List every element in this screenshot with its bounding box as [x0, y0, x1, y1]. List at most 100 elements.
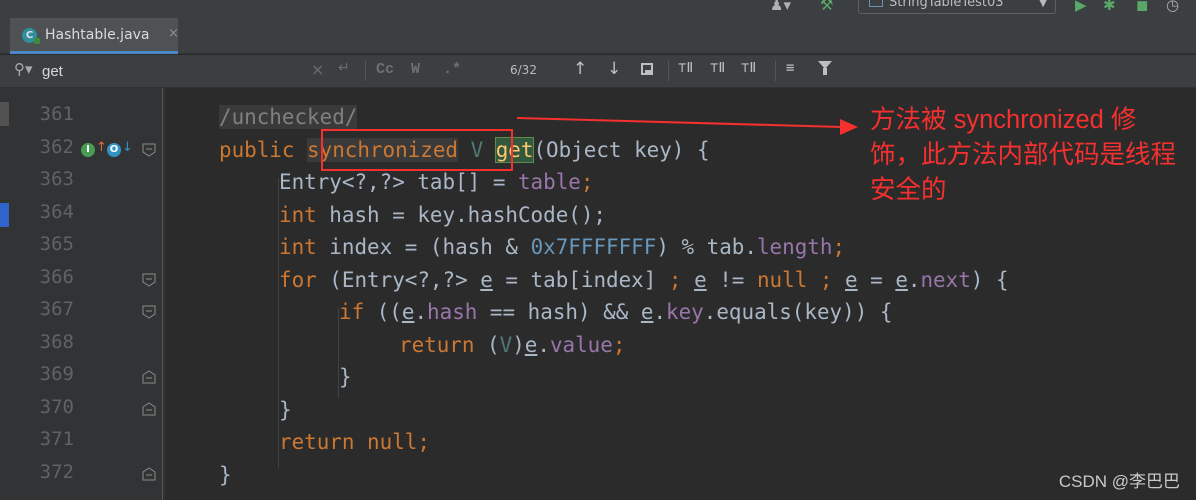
arrow-down-icon: ↓: [122, 140, 133, 155]
tool-window-strip: [0, 88, 9, 500]
code-text: ) % tab.: [656, 235, 757, 259]
type-parameter: V: [499, 333, 513, 357]
find-bar: ⚲▾ × ↵ Cc W .* 6/32 ↑ ↓ ⊤Ⅱ ⊤Ⅱ ⊤Ⅱ ≡: [0, 55, 1196, 88]
tab-hashtable-java[interactable]: C Hashtable.java ×: [10, 18, 179, 54]
arrow-up-icon: ↑: [96, 140, 107, 155]
profile-icon[interactable]: ◷: [1166, 0, 1179, 14]
tab-label: Hashtable.java: [45, 27, 150, 43]
select-all-occurrences-icon[interactable]: [641, 63, 653, 75]
fold-close-icon[interactable]: [142, 370, 156, 384]
code-text: index = (hash &: [316, 235, 531, 259]
code-text: .: [653, 300, 667, 324]
method-signature: (Object key) {: [533, 138, 710, 162]
code-text: ): [512, 333, 525, 357]
run-icon[interactable]: ▶: [1075, 0, 1087, 14]
line-number: 367: [39, 298, 74, 320]
user-icon[interactable]: ♟▾: [770, 0, 791, 14]
coverage-icon[interactable]: ◼: [1136, 0, 1148, 14]
variable: e: [845, 268, 858, 292]
line-number: 362: [39, 136, 74, 158]
keyword: public: [219, 138, 295, 162]
keyword: for: [279, 268, 317, 292]
field: length: [756, 235, 833, 259]
variable: e: [694, 268, 707, 292]
match-count: 6/32: [510, 63, 537, 77]
overrides-method-icon[interactable]: I: [81, 143, 95, 157]
strip-marker: [0, 203, 9, 227]
code-line-364: int hash = key.hashCode();: [219, 199, 606, 231]
add-occurrence-icon[interactable]: ⊤Ⅱ: [678, 60, 693, 76]
code-text: !=: [706, 268, 757, 292]
search-icon[interactable]: ⚲▾: [14, 60, 33, 78]
previous-occurrence-icon[interactable]: ↑: [573, 59, 587, 79]
divider: [775, 61, 776, 81]
variable: e: [895, 268, 908, 292]
search-input[interactable]: [42, 61, 292, 81]
fold-close-icon[interactable]: [142, 467, 156, 481]
code-text: (Entry<?,?>: [316, 268, 481, 292]
keyword: int: [279, 235, 317, 259]
variable: e: [480, 268, 493, 292]
editor-tab-bar: C Hashtable.java ×: [0, 18, 1196, 54]
remove-occurrence-icon[interactable]: ⊤Ⅱ: [710, 60, 725, 76]
filter-icon[interactable]: [818, 61, 832, 75]
fold-open-icon[interactable]: [142, 143, 156, 157]
line-number: 371: [39, 428, 74, 450]
code-line-372: }: [219, 459, 232, 491]
code-text: .: [537, 333, 550, 357]
code-line-370: }: [219, 394, 292, 426]
next-occurrence-icon[interactable]: ↓: [607, 59, 621, 79]
keyword: int: [279, 203, 317, 227]
find-in-selection-icon[interactable]: ≡: [786, 60, 794, 76]
words-toggle[interactable]: W: [411, 61, 420, 78]
divider: [365, 61, 366, 81]
run-config-icon: [869, 0, 883, 7]
code-line-368: return (V)e.value;: [219, 329, 625, 361]
clear-icon[interactable]: ×: [311, 60, 324, 79]
match-case-toggle[interactable]: Cc: [376, 61, 394, 78]
close-icon[interactable]: ×: [168, 26, 179, 41]
main-toolbar: ♟▾ ⚒ StringTableTest03 ▼ ▶ ✱ ◼ ◷: [0, 0, 1196, 18]
new-line-icon[interactable]: ↵: [338, 60, 350, 76]
select-all-icon[interactable]: ⊤Ⅱ: [741, 60, 756, 76]
semicolon: ;: [668, 268, 682, 292]
run-config-dropdown[interactable]: StringTableTest03 ▼: [858, 0, 1056, 14]
implemented-method-icon[interactable]: O: [107, 143, 121, 157]
code-text: =: [857, 268, 896, 292]
field: key: [666, 300, 704, 324]
chevron-down-icon: ▼: [1039, 0, 1047, 9]
number-literal: 0x7FFFFFFF: [530, 235, 657, 259]
line-number: 364: [39, 201, 74, 223]
code-line-365: int index = (hash & 0x7FFFFFFF) % tab.le…: [219, 231, 845, 263]
keyword: if: [339, 300, 365, 324]
semicolon: ;: [832, 235, 846, 259]
fold-open-icon[interactable]: [142, 273, 156, 287]
code-text: .: [414, 300, 428, 324]
field: value: [549, 333, 613, 357]
active-tab-indicator: [10, 51, 178, 54]
keyword: return: [399, 333, 475, 357]
field: hash: [427, 300, 478, 324]
line-number: 369: [39, 363, 74, 385]
fold-open-icon[interactable]: [142, 305, 156, 319]
fold-close-icon[interactable]: [142, 402, 156, 416]
semicolon: ;: [580, 170, 594, 194]
field: next: [920, 268, 971, 292]
debug-icon[interactable]: ✱: [1103, 0, 1116, 14]
variable: e: [524, 333, 538, 357]
closing-brace: }: [219, 463, 232, 487]
code-text: (: [474, 333, 500, 357]
code-line-367: if ((e.hash == hash) && e.key.equals(key…: [219, 296, 892, 328]
comment: /unchecked/: [219, 105, 358, 129]
regex-toggle[interactable]: .*: [443, 61, 461, 78]
annotation-note: 方法被 synchronized 修饰，此方法内部代码是线程安全的: [870, 106, 1177, 204]
code-text: Entry<?,?> tab[] =: [279, 170, 518, 194]
closing-brace: }: [339, 365, 352, 389]
line-number: 370: [39, 396, 74, 418]
divider: [668, 61, 669, 81]
variable: e: [401, 300, 415, 324]
line-number: 361: [39, 103, 74, 125]
search-field: ⚲▾ × ↵: [0, 55, 364, 88]
build-hammer-icon[interactable]: ⚒: [820, 0, 833, 14]
